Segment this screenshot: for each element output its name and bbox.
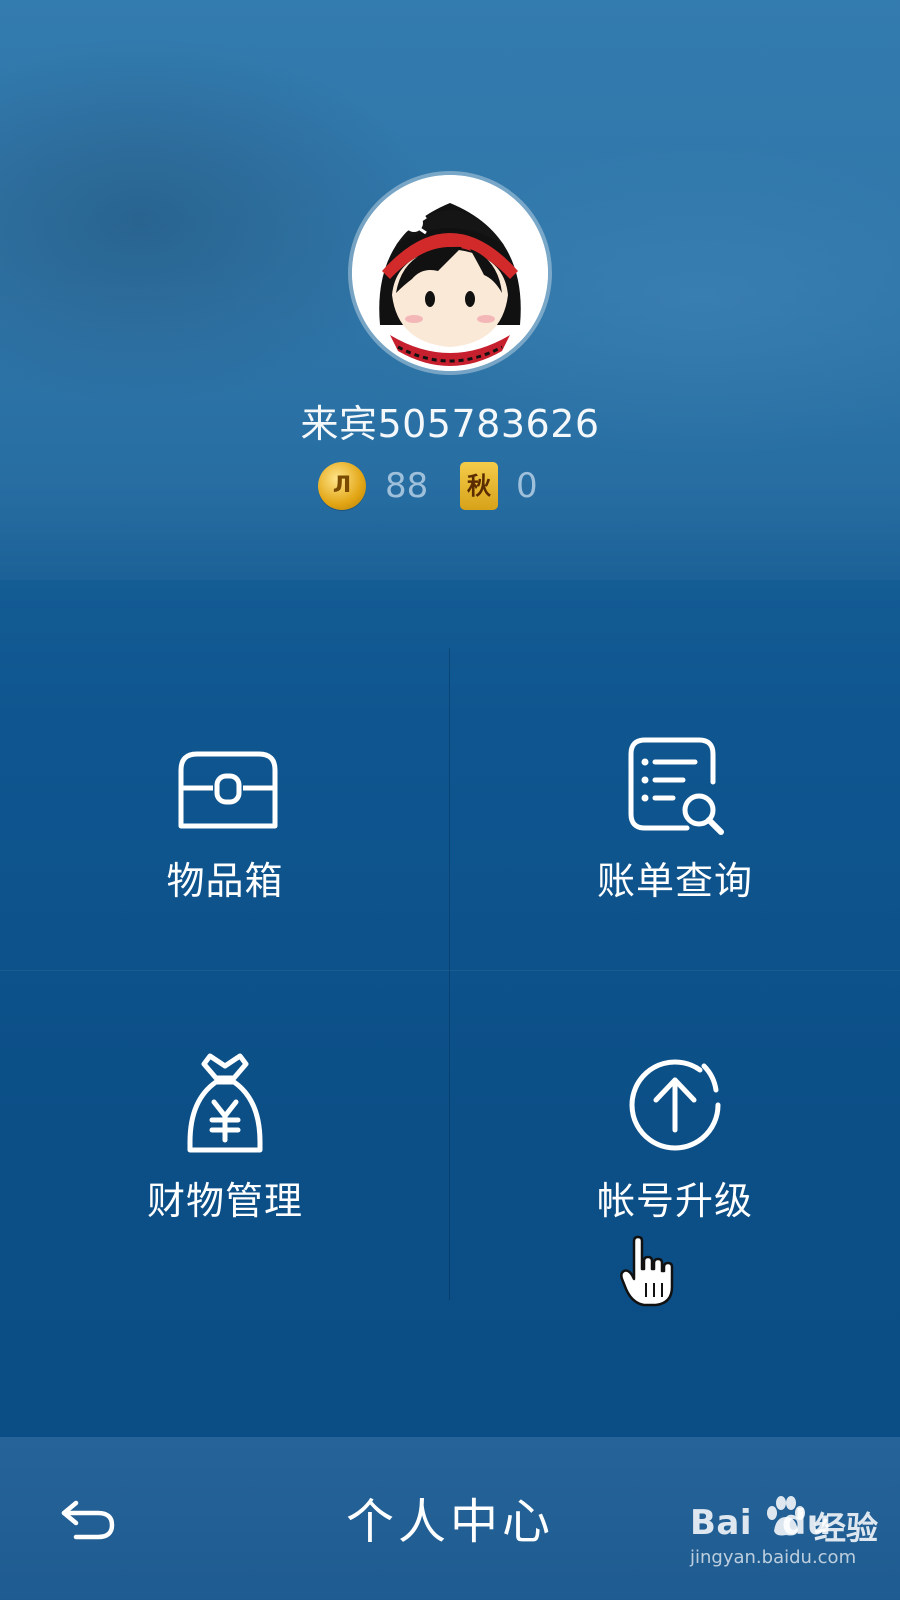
profile-header: 来宾505783626 Л 88 秋 0 <box>0 0 900 580</box>
autumn-badge-icon: 秋 <box>460 462 498 510</box>
bottom-nav-bar: 个人中心 Bai du 经验 jingyan.baidu.com <box>0 1437 900 1600</box>
avatar[interactable] <box>352 175 548 371</box>
menu-item-label: 财物管理 <box>146 1179 303 1223</box>
watermark-url: jingyan.baidu.com <box>690 1547 857 1568</box>
menu-item-bill-query[interactable]: 账单查询 <box>450 650 900 970</box>
avatar-image <box>352 175 548 371</box>
treasure-box-icon <box>178 751 278 829</box>
menu-item-asset-management[interactable]: 财物管理 <box>0 970 450 1290</box>
baidu-jingyan-watermark: Bai du 经验 jingyan.baidu.com <box>690 1496 890 1583</box>
coin-count: 88 <box>385 466 429 506</box>
bill-search-icon <box>628 737 724 835</box>
coin-icon: Л <box>318 462 366 510</box>
menu-item-label: 帐号升级 <box>596 1179 753 1223</box>
menu-item-label: 账单查询 <box>596 859 753 903</box>
username: 来宾505783626 <box>300 402 600 446</box>
menu-item-label: 物品箱 <box>166 859 284 903</box>
watermark-brand-left: Bai <box>690 1503 753 1543</box>
menu-item-item-box[interactable]: 物品箱 <box>0 650 450 970</box>
hand-cursor-icon <box>620 1235 674 1307</box>
currency-row: Л 88 秋 0 <box>0 460 900 514</box>
autumn-count: 0 <box>516 466 538 506</box>
money-bag-icon <box>187 1053 263 1153</box>
watermark-jingyan: 经验 <box>814 1509 879 1547</box>
upgrade-arrow-icon <box>629 1059 721 1151</box>
